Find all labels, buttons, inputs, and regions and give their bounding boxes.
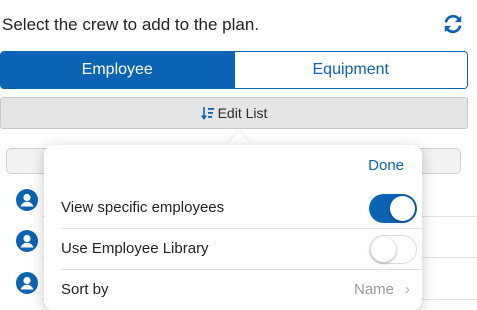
edit-list-popover: Done View specific employees Use Employe… — [44, 145, 422, 310]
toggle-knob — [371, 237, 396, 262]
chevron-right-icon: › — [405, 281, 410, 298]
view-specific-employees-row: View specific employees — [44, 187, 422, 228]
header: Select the crew to add to the plan. — [0, 0, 477, 50]
refresh-icon[interactable] — [442, 13, 464, 35]
page-title: Select the crew to add to the plan. — [2, 15, 260, 34]
divider — [61, 269, 422, 270]
done-button[interactable]: Done — [368, 157, 404, 174]
edit-list-label: Edit List — [217, 105, 268, 121]
avatar-icon — [16, 189, 38, 211]
use-employee-library-row: Use Employee Library — [44, 228, 422, 269]
avatar-icon — [16, 272, 38, 294]
avatar-icon — [16, 230, 38, 252]
tab-employee[interactable]: Employee — [1, 52, 234, 88]
use-employee-library-label: Use Employee Library — [61, 240, 209, 257]
sort-list-icon — [200, 107, 214, 120]
sort-by-label: Sort by — [61, 281, 109, 298]
sort-by-value: Name — [353, 281, 394, 298]
toggle-knob — [390, 196, 415, 221]
edit-list-button[interactable]: Edit List — [0, 97, 468, 129]
tab-equipment[interactable]: Equipment — [233, 52, 467, 88]
view-specific-employees-toggle[interactable] — [369, 194, 417, 223]
divider — [61, 228, 422, 229]
use-employee-library-toggle[interactable] — [369, 235, 417, 264]
sort-by-row[interactable]: Sort by Name › — [44, 269, 422, 310]
crew-type-segmented-control: Employee Equipment — [0, 51, 468, 89]
view-specific-employees-label: View specific employees — [61, 199, 225, 216]
